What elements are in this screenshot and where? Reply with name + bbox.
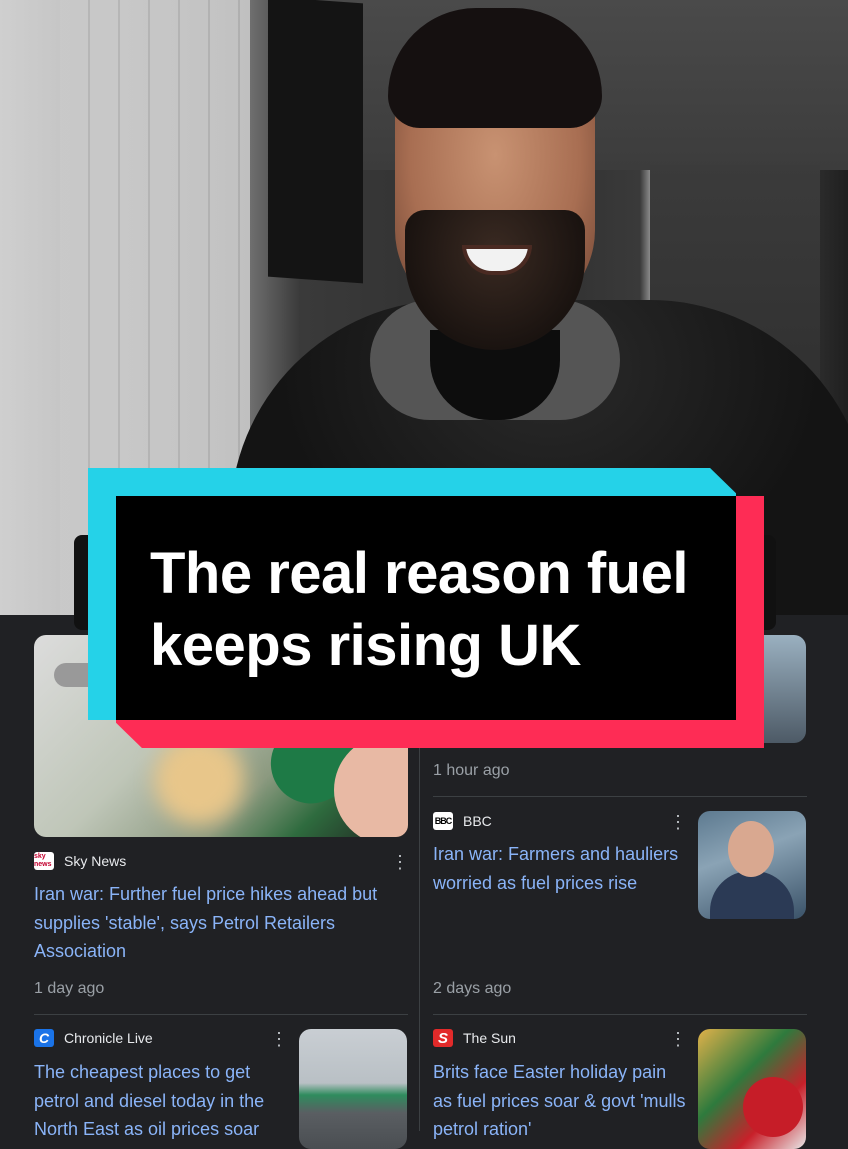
source-name: BBC [463,813,492,829]
more-options-icon[interactable]: ⋮ [669,1030,687,1048]
news-thumbnail-petrol-station[interactable] [299,1029,407,1149]
blurred-background [154,735,244,825]
chronicle-live-logo-icon: C [34,1029,54,1047]
article-source[interactable]: sky news Sky News [34,852,126,870]
article-source[interactable]: BBC BBC [433,812,492,830]
article-headline[interactable]: Iran war: Farmers and hauliers worried a… [433,840,688,897]
card-divider [433,1014,807,1015]
video-title-overlay: The real reason fuel keeps rising UK [150,538,720,682]
sky-news-logo-icon: sky news [34,852,54,870]
article-source[interactable]: C Chronicle Live [34,1029,153,1047]
logo-text: C [38,1030,50,1046]
source-name: The Sun [463,1030,516,1046]
card-divider [34,1014,408,1015]
article-time: 1 day ago [34,980,105,997]
fuel-cap [743,1077,803,1137]
source-name: Sky News [64,853,127,869]
portrait-suit [710,871,794,919]
more-options-icon[interactable]: ⋮ [669,813,687,831]
logo-text: sky news [34,853,52,868]
wall-tv [268,0,363,284]
title-line-1: The real reason fuel [150,541,688,606]
portrait-face [728,821,774,877]
the-sun-logo-icon: S [433,1029,453,1047]
logo-text: S [437,1029,448,1047]
bbc-logo-icon: BBC [433,812,453,830]
logo-text: BBC [434,816,452,826]
title-line-2: keeps rising UK [150,613,581,678]
article-time: 2 days ago [433,980,512,997]
news-thumbnail-fuel-cap[interactable] [698,1029,806,1149]
source-name: Chronicle Live [64,1030,153,1046]
overlay-edge-left [74,535,88,630]
overlay-edge-right [764,535,776,630]
more-options-icon[interactable]: ⋮ [270,1030,288,1048]
article-source[interactable]: S The Sun [433,1029,516,1047]
news-thumbnail-man-portrait[interactable] [698,811,806,919]
article-headline[interactable]: Iran war: Further fuel price hikes ahead… [34,880,404,966]
article-time: 1 hour ago [433,762,510,779]
more-options-icon[interactable]: ⋮ [391,853,409,871]
card-divider [433,796,807,797]
